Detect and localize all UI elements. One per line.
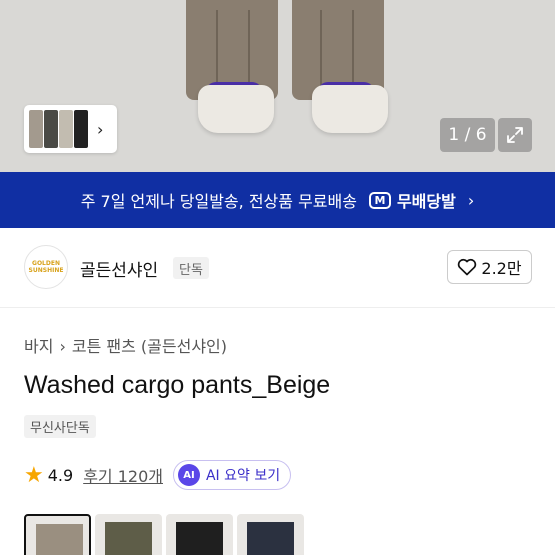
thumbnail[interactable] (74, 110, 88, 148)
ai-summary-button[interactable]: AI AI 요약 보기 (172, 460, 292, 490)
thumbnail-strip[interactable]: › (24, 105, 117, 153)
breadcrumb-item[interactable]: 바지 (24, 337, 53, 356)
chevron-right-icon: › (467, 190, 475, 210)
product-title: Washed cargo pants_Beige (24, 371, 331, 399)
shoe-left (198, 85, 274, 133)
color-swatch[interactable] (24, 514, 91, 555)
brand-logo[interactable]: GOLDEN SUNSHINE (24, 245, 68, 289)
shoe-right (312, 85, 388, 133)
like-count: 2.2만 (481, 259, 522, 278)
product-image[interactable]: › 1 / 6 (0, 0, 555, 172)
rating-value: 4.9 (47, 465, 74, 485)
brand-name[interactable]: 골든선샤인 (80, 256, 158, 281)
musinsa-delivery-icon: M (368, 191, 391, 209)
thumbnail[interactable] (29, 110, 43, 148)
banner-service-name: 무배당발 (396, 192, 456, 211)
color-swatch[interactable] (237, 514, 304, 555)
chevron-right-icon: › (59, 337, 66, 356)
breadcrumb: 바지 › 코튼 팬츠 (골든선샤인) (24, 333, 227, 357)
color-swatches (24, 514, 304, 555)
thumbnail[interactable] (59, 110, 73, 148)
expand-icon (507, 127, 523, 143)
brand-row: GOLDEN SUNSHINE 골든선샤인 단독 2.2만 (0, 228, 555, 308)
breadcrumb-item[interactable]: 코튼 팬츠 (골든선샤인) (72, 337, 227, 356)
ai-icon: AI (177, 464, 200, 486)
exclusive-badge: 무신사단독 (24, 415, 96, 438)
ai-summary-label: AI 요약 보기 (205, 468, 281, 484)
star-icon: ★ (24, 462, 44, 488)
expand-button[interactable] (498, 118, 532, 152)
brand-like-button[interactable]: 2.2만 (447, 250, 532, 284)
rating-row: ★ 4.9 후기 120개 AI AI 요약 보기 (24, 460, 292, 490)
reviews-link[interactable]: 후기 120개 (83, 463, 163, 487)
shipping-banner[interactable]: 주 7일 언제나 당일발송, 전상품 무료배송 M 무배당발 › (0, 172, 555, 228)
thumbnail[interactable] (44, 110, 58, 148)
banner-text: 주 7일 언제나 당일발송, 전상품 무료배송 (80, 192, 357, 211)
color-swatch[interactable] (95, 514, 162, 555)
brand-exclusive-tag: 단독 (173, 257, 209, 279)
chevron-right-icon[interactable]: › (97, 120, 103, 139)
page-indicator: 1 / 6 (440, 118, 495, 152)
heart-icon (458, 258, 477, 276)
color-swatch[interactable] (166, 514, 233, 555)
